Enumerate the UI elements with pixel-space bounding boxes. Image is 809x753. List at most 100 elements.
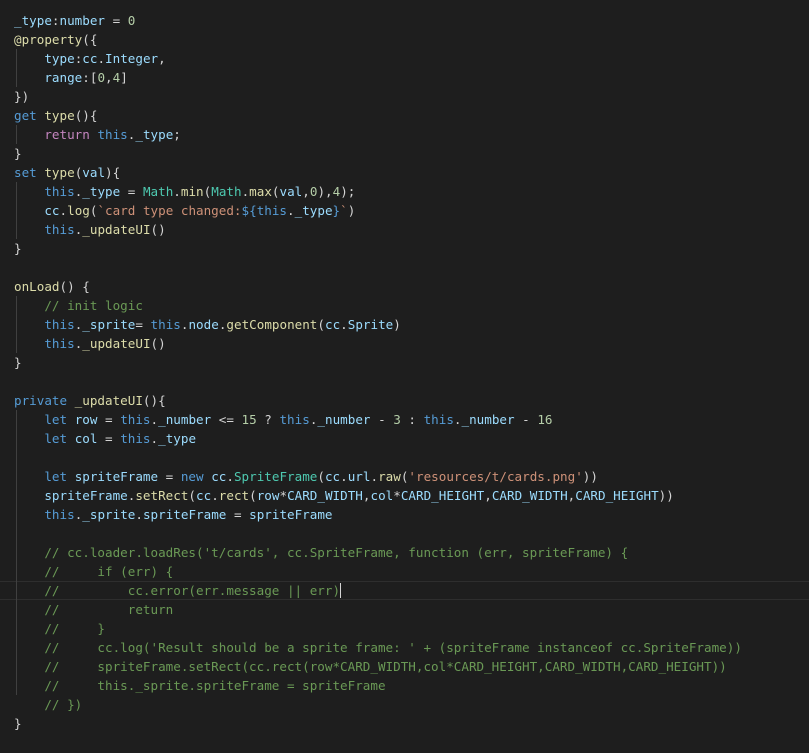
code-token: 15 [241, 412, 257, 427]
code-token: * [393, 488, 401, 503]
code-line[interactable]: _type:number = 0 [14, 11, 135, 30]
code-token: max [249, 184, 272, 199]
code-token: ( [249, 488, 257, 503]
code-token: _number [317, 412, 371, 427]
code-token: , [158, 51, 166, 66]
code-token: onLoad [14, 279, 60, 294]
code-line[interactable]: // if (err) { [14, 562, 173, 581]
code-token: cc [324, 469, 341, 484]
code-token: this [256, 203, 288, 218]
code-token: let [44, 412, 68, 427]
code-token: spriteFrame [44, 488, 128, 503]
code-token: ); [340, 184, 356, 199]
code-token: :[ [82, 70, 98, 85]
code-token: } [14, 146, 22, 161]
code-token: this [423, 412, 454, 427]
code-token: } [14, 241, 22, 256]
code-token: . [150, 412, 159, 427]
code-line[interactable]: }) [14, 87, 29, 106]
code-token: // init logic [44, 298, 143, 313]
code-token: } [14, 716, 22, 731]
code-token: : [400, 412, 424, 427]
code-editor[interactable]: _type:number = 0 @property({ type:cc.Inte… [0, 0, 809, 753]
code-line[interactable]: } [14, 144, 22, 163]
code-token: 0 [127, 13, 136, 28]
code-line[interactable]: this._updateUI() [14, 220, 165, 239]
code-line[interactable]: onLoad() { [14, 277, 90, 296]
code-line[interactable]: // spriteFrame.setRect(cc.rect(row*CARD_… [14, 657, 726, 676]
code-token: ( [317, 317, 325, 332]
code-line[interactable]: let col = this._type [14, 429, 196, 448]
code-line[interactable]: this._updateUI() [14, 334, 165, 353]
code-line[interactable]: } [14, 353, 22, 372]
code-token: . [173, 184, 181, 199]
code-line[interactable]: // cc.loader.loadRes('t/cards', cc.Sprit… [14, 543, 628, 562]
code-token: . [287, 203, 295, 218]
code-token: set [14, 165, 37, 180]
code-token: = [135, 317, 151, 332]
code-token: _type [14, 13, 52, 28]
code-token: (){ [142, 393, 166, 408]
code-token: . [226, 469, 234, 484]
code-token: 'resources/t/cards.png' [408, 469, 583, 484]
code-token: cc [211, 469, 227, 484]
code-token: spriteFrame [142, 507, 227, 522]
code-token: this [120, 431, 151, 446]
code-line[interactable]: let spriteFrame = new cc.SpriteFrame(cc.… [14, 467, 598, 486]
code-line[interactable]: } [14, 239, 22, 258]
code-line[interactable]: // cc.error(err.message || err) [0, 581, 809, 600]
code-token: this [150, 317, 181, 332]
code-token: cc [82, 51, 98, 66]
code-token: log [67, 203, 90, 218]
code-line[interactable]: type:cc.Integer, [14, 49, 166, 68]
code-line[interactable]: // cc.log('Result should be a sprite fra… [14, 638, 742, 657]
code-token: val [279, 184, 303, 199]
code-line[interactable]: } [14, 714, 22, 733]
code-token: Integer [105, 51, 159, 66]
code-token: private [14, 393, 68, 408]
code-token: _sprite [82, 317, 136, 332]
code-token: spriteFrame [249, 507, 333, 522]
code-line[interactable]: cc.log(`card type changed:${this._type}`… [14, 201, 355, 220]
code-line[interactable]: @property({ [14, 30, 97, 49]
code-line[interactable]: this._sprite= this.node.getComponent(cc.… [14, 315, 401, 334]
code-line[interactable]: set type(val){ [14, 163, 120, 182]
code-line[interactable]: // this._sprite.spriteFrame = spriteFram… [14, 676, 385, 695]
code-token: . [340, 469, 348, 484]
code-token: this [44, 184, 75, 199]
code-line[interactable]: this._type = Math.min(Math.max(val,0),4)… [14, 182, 355, 201]
code-token: _type [158, 431, 197, 446]
code-line[interactable]: return this._type; [14, 125, 181, 144]
code-token: - [370, 412, 394, 427]
code-token: <= [211, 412, 242, 427]
code-token: min [180, 184, 204, 199]
code-line[interactable]: spriteFrame.setRect(cc.rect(row*CARD_WID… [14, 486, 673, 505]
code-token: - [514, 412, 538, 427]
code-token: this [44, 507, 75, 522]
code-token: ; [173, 127, 181, 142]
code-token: = [158, 469, 181, 484]
code-line[interactable]: private _updateUI(){ [14, 391, 166, 410]
code-line[interactable]: this._sprite.spriteFrame = spriteFrame [14, 505, 333, 524]
code-token: . [340, 317, 348, 332]
code-line[interactable]: // init logic [14, 296, 143, 315]
code-token: _updateUI [74, 393, 143, 408]
code-line[interactable]: // return [14, 600, 173, 619]
code-token: this [44, 336, 75, 351]
code-line[interactable]: let row = this._number <= 15 ? this._num… [14, 410, 552, 429]
code-line[interactable]: // } [14, 619, 105, 638]
code-line[interactable]: range:[0,4] [14, 68, 127, 87]
code-line[interactable]: // }) [14, 695, 82, 714]
code-line[interactable]: get type(){ [14, 106, 97, 125]
code-token: let [44, 469, 68, 484]
